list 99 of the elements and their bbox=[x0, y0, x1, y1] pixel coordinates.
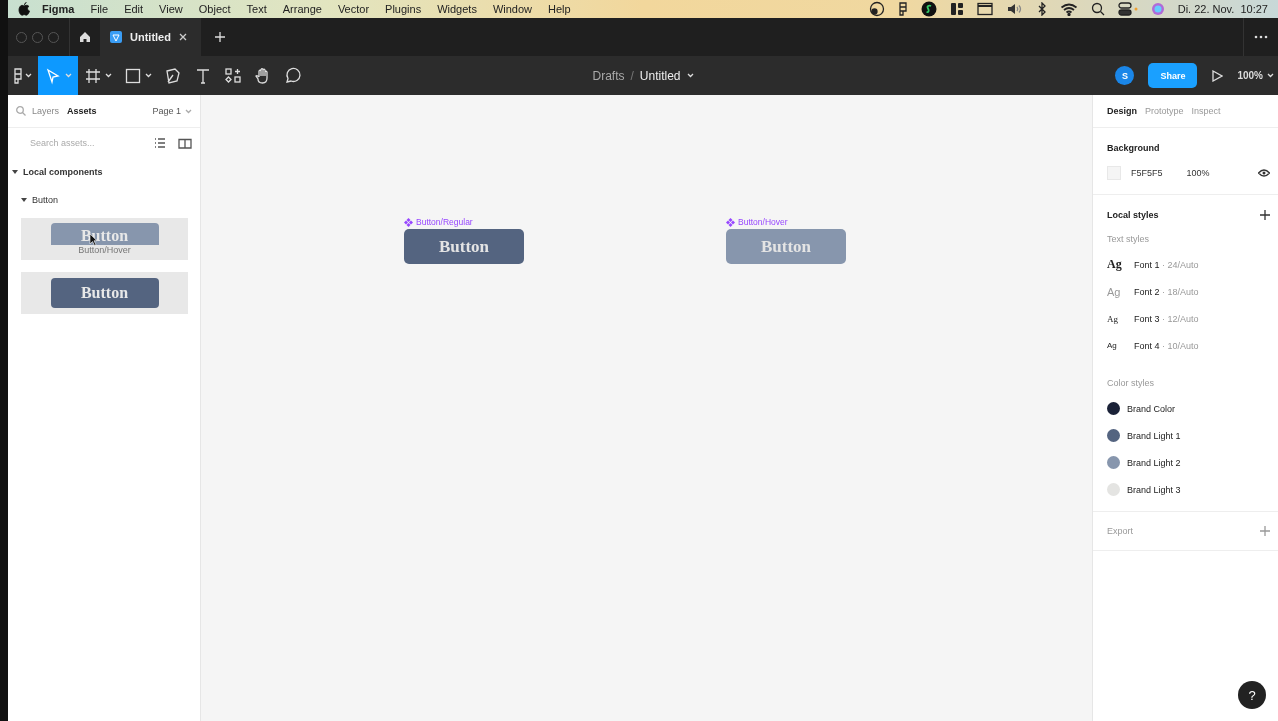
menu-item[interactable]: Edit bbox=[116, 3, 152, 15]
text-style-item[interactable]: Ag Font 1 · 24/Auto bbox=[1107, 251, 1270, 278]
zoom-menu[interactable]: 100% bbox=[1237, 70, 1274, 81]
font-sample: Ag bbox=[1107, 285, 1122, 298]
text-style-item[interactable]: Ag Font 2 · 18/Auto bbox=[1107, 278, 1270, 305]
eye-icon[interactable] bbox=[1258, 169, 1270, 177]
color-style-item[interactable]: Brand Light 3 bbox=[1107, 476, 1270, 503]
apple-icon[interactable] bbox=[18, 2, 30, 16]
subsection-label: Color styles bbox=[1107, 377, 1155, 390]
window-icon[interactable] bbox=[976, 2, 993, 16]
color-style-item[interactable]: Brand Light 2 bbox=[1107, 449, 1270, 476]
component-preview: Button bbox=[50, 278, 159, 308]
font-sample: Ag bbox=[1107, 341, 1118, 350]
font-sample: Ag bbox=[1107, 257, 1123, 272]
menu-item[interactable]: Vector bbox=[329, 3, 378, 15]
subsection-label: Text styles bbox=[1107, 233, 1150, 246]
more-icon[interactable] bbox=[1254, 35, 1268, 39]
tree-item[interactable]: Local components bbox=[8, 158, 200, 186]
style-name: Brand Color bbox=[1127, 403, 1176, 414]
rectangle-icon bbox=[124, 66, 142, 85]
menu-item[interactable]: View bbox=[151, 3, 191, 15]
breadcrumb-link[interactable]: Drafts bbox=[592, 68, 625, 83]
section-title: Background bbox=[1107, 142, 1161, 155]
close-icon[interactable] bbox=[178, 33, 187, 41]
menu-item[interactable]: Plugins bbox=[377, 3, 430, 15]
frame-icon bbox=[84, 66, 102, 85]
figma-logo-icon[interactable] bbox=[897, 2, 908, 16]
menu-item[interactable]: File bbox=[82, 3, 117, 15]
component-button[interactable]: Button bbox=[404, 229, 524, 264]
panel-tab[interactable]: Assets bbox=[67, 106, 97, 116]
section-title: Local styles bbox=[1107, 209, 1159, 222]
panel-tab[interactable]: Layers bbox=[32, 106, 59, 116]
s-circle-icon[interactable] bbox=[920, 1, 937, 17]
section-title: Export bbox=[1107, 525, 1133, 538]
chevron-down-icon bbox=[145, 73, 152, 78]
list-view-icon[interactable] bbox=[154, 138, 166, 148]
color-style-item[interactable]: Brand Light 1 bbox=[1107, 422, 1270, 449]
style-name: Brand Light 2 bbox=[1127, 457, 1181, 468]
component-thumbnail[interactable]: Button Button/Hover bbox=[21, 218, 188, 260]
file-tab[interactable]: Untitled bbox=[100, 18, 201, 56]
menu-item[interactable]: Widgets bbox=[429, 3, 485, 15]
text-tool-icon bbox=[194, 66, 212, 85]
help-button[interactable]: ? bbox=[1238, 681, 1266, 709]
user-avatar[interactable]: S bbox=[1115, 66, 1135, 85]
file-name-menu[interactable]: Untitled bbox=[639, 68, 694, 83]
file-icon bbox=[110, 31, 122, 43]
menu-item[interactable]: Object bbox=[190, 3, 239, 15]
chevron-down-icon bbox=[185, 108, 192, 114]
menu-item[interactable]: Arrange bbox=[274, 3, 330, 15]
style-name: Font 3 · 12/Auto bbox=[1134, 313, 1199, 324]
color-style-item[interactable]: Brand Color bbox=[1107, 395, 1270, 422]
tab-label: Untitled bbox=[130, 31, 171, 43]
chevron-down-icon bbox=[65, 73, 72, 78]
opacity-value[interactable]: 100% bbox=[1186, 168, 1210, 178]
component-icon bbox=[726, 217, 735, 227]
pen-icon bbox=[164, 66, 182, 85]
menu-item[interactable]: Figma bbox=[30, 3, 83, 15]
book-icon[interactable] bbox=[178, 137, 192, 149]
style-name: Font 1 · 24/Auto bbox=[1134, 259, 1199, 270]
layout-icon[interactable] bbox=[949, 2, 964, 16]
component-name-label: Button/Hover bbox=[78, 245, 131, 256]
plus-icon[interactable] bbox=[1260, 210, 1270, 220]
hex-value[interactable]: F5F5F5 bbox=[1131, 168, 1163, 178]
menu-item[interactable]: Text bbox=[238, 3, 275, 15]
tree-item[interactable]: Button bbox=[8, 186, 200, 214]
panel-tab[interactable]: Design bbox=[1107, 106, 1137, 116]
bluetooth-icon[interactable] bbox=[1036, 2, 1047, 16]
style-name: Font 4 · 10/Auto bbox=[1134, 340, 1199, 351]
chevron-down-icon bbox=[1267, 73, 1274, 78]
style-name: Brand Light 1 bbox=[1127, 430, 1181, 441]
text-style-item[interactable]: Ag Font 4 · 10/Auto bbox=[1107, 332, 1270, 359]
chevron-down-icon bbox=[686, 73, 694, 78]
comment-icon bbox=[284, 66, 302, 85]
menu-item[interactable]: Window bbox=[484, 3, 541, 15]
wifi-icon[interactable] bbox=[1059, 2, 1078, 16]
component-name[interactable]: Button/Hover bbox=[726, 217, 846, 227]
font-sample: Ag bbox=[1107, 313, 1119, 324]
text-style-item[interactable]: Ag Font 3 · 12/Auto bbox=[1107, 305, 1270, 332]
volume-icon[interactable] bbox=[1005, 2, 1024, 16]
figma-menu-icon bbox=[14, 67, 22, 84]
clock-text: Di. 22. Nov. 10:27 bbox=[1177, 3, 1268, 15]
menu-item[interactable]: Help bbox=[540, 3, 579, 15]
search-field[interactable]: Search assets... bbox=[30, 138, 142, 148]
component-icon bbox=[404, 217, 413, 227]
play-icon[interactable] bbox=[1211, 69, 1224, 82]
component-preview: Button bbox=[50, 223, 159, 245]
chevron-down-icon bbox=[105, 73, 112, 78]
chevron-down-icon bbox=[25, 73, 32, 78]
resources-icon bbox=[224, 66, 242, 85]
component-name[interactable]: Button/Regular bbox=[404, 217, 524, 227]
cursor-icon bbox=[44, 66, 62, 85]
control-center-icon[interactable] bbox=[1117, 2, 1138, 16]
style-name: Font 2 · 18/Auto bbox=[1134, 286, 1199, 297]
search-icon[interactable] bbox=[1090, 2, 1105, 16]
page-menu[interactable]: Page 1 bbox=[152, 106, 192, 116]
breadcrumb-separator: / bbox=[630, 68, 634, 83]
style-name: Brand Light 3 bbox=[1127, 484, 1181, 495]
home-icon bbox=[79, 31, 91, 43]
component-thumbnail[interactable]: Button bbox=[21, 272, 188, 314]
